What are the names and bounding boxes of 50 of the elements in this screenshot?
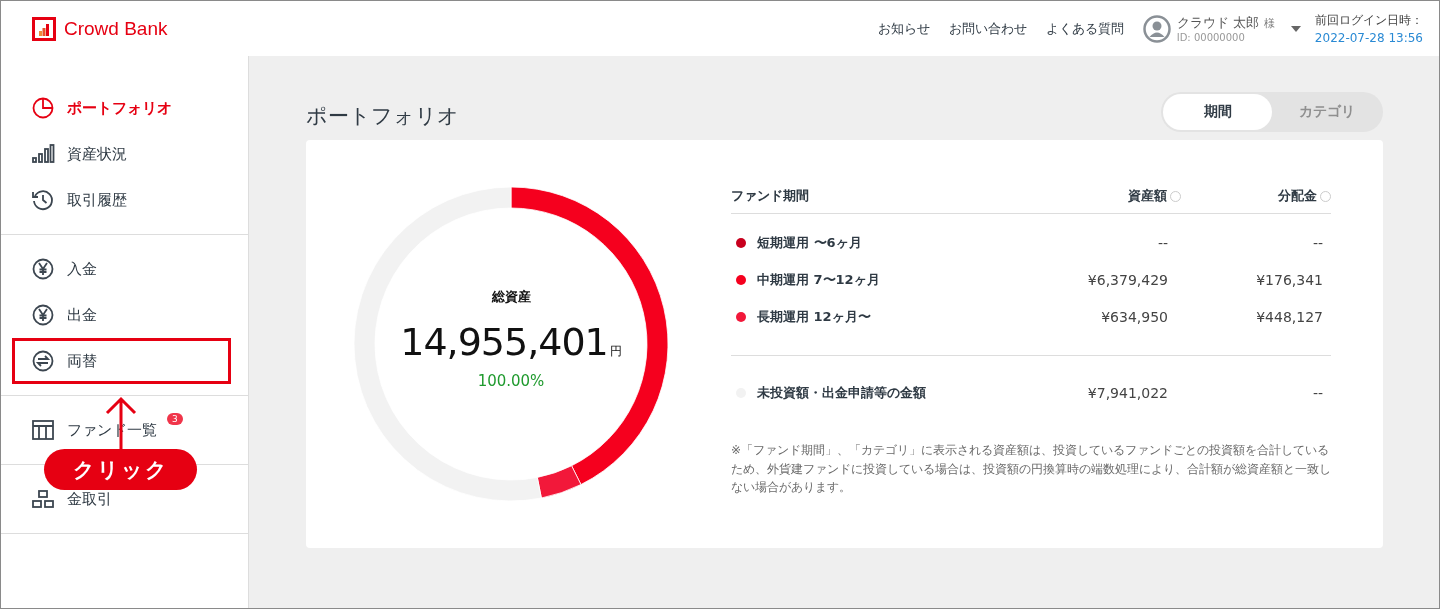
page-title: ポートフォリオ xyxy=(306,103,459,130)
history-icon xyxy=(31,188,55,212)
total-assets-amount: 14,955,401 xyxy=(400,320,608,364)
yen-circle-icon xyxy=(31,257,55,281)
footnote: ※「ファンド期間」、「カテゴリ」に表示される資産額は、投資しているファンドごとの投資額を合計しているため、外貨建ファンドに投資している場合は、投資額の円換算時の端数処理により、合計額が総資産額と一致しない場合があります。 xyxy=(731,442,1331,497)
table-cell-text: ¥7,941,022 xyxy=(1086,384,1169,401)
last-login-time: 2022-07-28 13:56 xyxy=(1314,31,1423,45)
sidebar-item[interactable]: 資産状況 xyxy=(1,131,248,177)
click-callout-tooltip: クリック xyxy=(44,449,197,490)
sidebar-item[interactable]: 取引履歴 xyxy=(1,177,248,223)
table-cell-text: ¥6,379,429 xyxy=(1086,271,1169,288)
exchange-icon xyxy=(31,349,55,373)
table-cell: 未投資額・出金申請等の金額 xyxy=(757,383,926,402)
user-id: ID: 00000000 xyxy=(1176,32,1246,43)
pie-chart-icon xyxy=(31,96,55,120)
currency-unit: 円 xyxy=(609,343,622,360)
column-header: 分配金 xyxy=(1278,187,1317,205)
table-cell-text: -- xyxy=(1156,234,1169,251)
segment-tab[interactable]: 期間 xyxy=(1163,94,1272,130)
notification-badge: 3 xyxy=(167,413,183,425)
sidebar-item[interactable]: 出金 xyxy=(1,292,248,338)
table-cell: 長期運用 12ヶ月〜 xyxy=(757,307,871,326)
table-cell-text: ¥448,127 xyxy=(1255,308,1324,325)
user-name: クラウド 太郎 xyxy=(1176,14,1259,32)
nav-link[interactable]: お知らせ xyxy=(877,19,930,38)
ingots-icon xyxy=(31,487,55,511)
table-cell-text: ¥176,341 xyxy=(1255,271,1324,288)
nav-link[interactable]: お問い合わせ xyxy=(948,19,1027,38)
sidebar-item[interactable]: 両替 xyxy=(1,338,248,384)
honorific: 様 xyxy=(1263,16,1275,31)
logo[interactable]: Crowd Bank xyxy=(32,16,168,41)
nav-link[interactable]: よくある質問 xyxy=(1045,19,1124,38)
table-cell-text: -- xyxy=(1311,384,1324,401)
table-icon xyxy=(31,418,55,442)
sidebar-item[interactable]: ポートフォリオ xyxy=(1,85,248,131)
avatar-icon xyxy=(1142,14,1171,43)
logo-icon xyxy=(32,16,56,41)
column-header: ファンド期間 xyxy=(731,187,810,205)
table-cell-text: ¥634,950 xyxy=(1100,308,1169,325)
table-cell-text: -- xyxy=(1311,234,1324,251)
percent-value: 100.00% xyxy=(477,372,545,390)
last-login-label: 前回ログイン日時： xyxy=(1314,12,1423,29)
table-cell: 中期運用 7〜12ヶ月 xyxy=(757,270,880,289)
table-cell: 短期運用 〜6ヶ月 xyxy=(757,233,862,252)
sidebar-item[interactable]: 入金 xyxy=(1,246,248,292)
yen-circle-icon xyxy=(31,303,55,327)
bar-chart-icon xyxy=(31,142,55,166)
column-header: 資産額 xyxy=(1128,187,1167,205)
total-assets-label: 総資産 xyxy=(491,288,531,306)
caret-icon[interactable] xyxy=(1290,25,1301,32)
